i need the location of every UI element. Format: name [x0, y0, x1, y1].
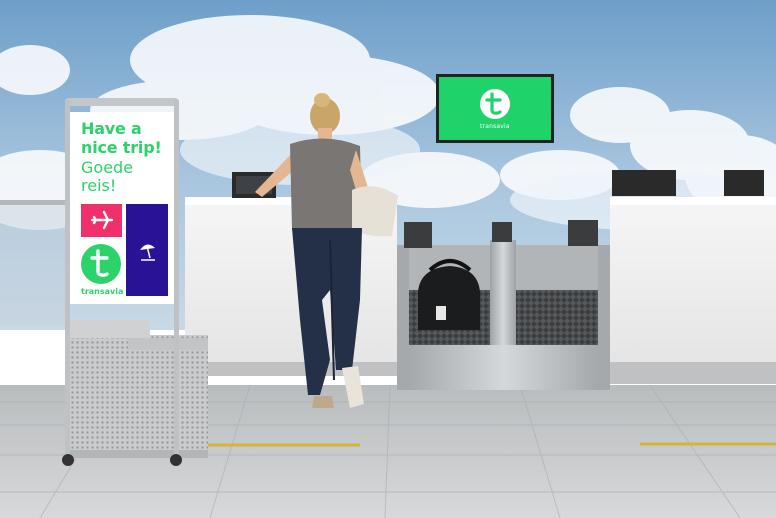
sign-line-2: nice trip!: [81, 138, 162, 157]
waste-bin: [70, 320, 208, 458]
sign-line-4: reis!: [81, 176, 117, 195]
sign-line-3: Goede: [81, 158, 134, 177]
purple-tile: [126, 204, 168, 296]
scene-illustration: [0, 0, 776, 518]
tv-display: [436, 74, 554, 143]
airport-checkin-scene: Have a nice trip! Goede reis! transavia …: [0, 0, 776, 518]
sign-line-1: Have a: [81, 119, 142, 138]
tv-brand: transavia: [480, 123, 510, 130]
glass-railing: [0, 200, 70, 325]
sign-brand: transavia: [81, 287, 124, 296]
checkin-counter-right: [610, 170, 776, 384]
transavia-t-logo: [81, 244, 121, 284]
